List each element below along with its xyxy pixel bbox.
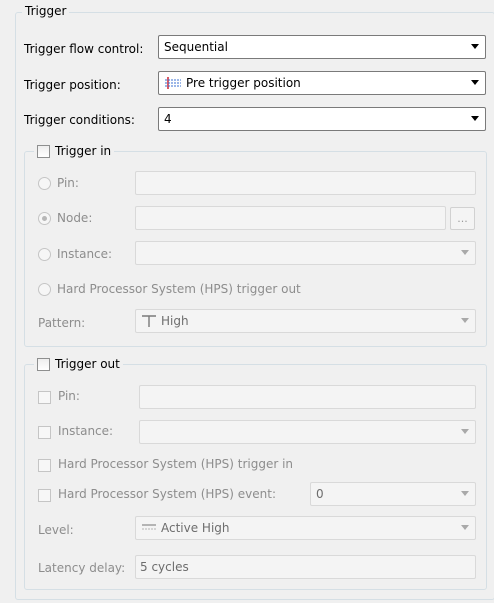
- out-instance-select[interactable]: [139, 420, 476, 444]
- chevron-down-icon: [461, 318, 469, 323]
- conditions-select[interactable]: 4: [158, 107, 486, 131]
- trigger-in-title: Trigger in: [55, 144, 112, 158]
- chevron-down-icon: [471, 80, 479, 85]
- out-pin-label: Pin:: [58, 389, 80, 403]
- position-value: Pre trigger position: [186, 76, 301, 90]
- instance-select[interactable]: [135, 241, 476, 265]
- pin-label: Pin:: [57, 176, 79, 190]
- level-select[interactable]: Active High: [135, 516, 476, 540]
- instance-radio[interactable]: [38, 248, 51, 261]
- level-label: Level:: [38, 523, 74, 537]
- node-browse-button[interactable]: ...: [450, 207, 475, 230]
- flow-control-value: Sequential: [164, 40, 228, 54]
- chevron-down-icon: [461, 429, 469, 434]
- position-label: Trigger position:: [24, 78, 121, 92]
- hps-event-label: Hard Processor System (HPS) event:: [58, 487, 276, 501]
- hps-trigger-in-checkbox[interactable]: [38, 459, 51, 472]
- latency-value: 5 cycles: [140, 560, 189, 574]
- pin-radio[interactable]: [38, 177, 51, 190]
- trigger-out-title: Trigger out: [55, 357, 120, 371]
- out-pin-input[interactable]: [139, 385, 476, 409]
- position-select[interactable]: Pre trigger position: [158, 71, 486, 95]
- pattern-label: Pattern:: [38, 316, 86, 330]
- chevron-down-icon: [471, 116, 479, 121]
- chevron-down-icon: [461, 525, 469, 530]
- hps-trigger-in-label: Hard Processor System (HPS) trigger in: [58, 457, 294, 471]
- pattern-value: High: [161, 314, 189, 328]
- out-instance-label: Instance:: [58, 424, 114, 438]
- instance-label: Instance:: [57, 247, 113, 261]
- trigger-group-title: Trigger: [22, 4, 70, 18]
- hps-event-checkbox[interactable]: [38, 489, 51, 502]
- out-instance-checkbox[interactable]: [38, 426, 51, 439]
- conditions-label: Trigger conditions:: [24, 113, 135, 127]
- active-high-icon: [141, 522, 157, 534]
- flow-control-select[interactable]: Sequential: [158, 35, 486, 59]
- flow-control-label: Trigger flow control:: [24, 42, 144, 56]
- hps-event-value: 0: [316, 487, 324, 501]
- pin-input[interactable]: [135, 171, 476, 195]
- hps-event-select[interactable]: 0: [310, 482, 476, 506]
- trigger-out-checkbox[interactable]: [37, 357, 50, 371]
- latency-input[interactable]: 5 cycles: [135, 555, 476, 579]
- trigger-in-checkbox[interactable]: [37, 144, 50, 158]
- node-label: Node:: [57, 211, 93, 225]
- trigger-out-header: Trigger out: [34, 357, 123, 371]
- node-input[interactable]: [135, 206, 446, 230]
- node-radio[interactable]: [38, 212, 51, 225]
- high-level-icon: [141, 314, 157, 328]
- pattern-select[interactable]: High: [135, 309, 476, 333]
- hps-trigger-out-label: Hard Processor System (HPS) trigger out: [57, 282, 301, 296]
- level-value: Active High: [161, 521, 230, 535]
- chevron-down-icon: [461, 250, 469, 255]
- out-pin-checkbox[interactable]: [38, 391, 51, 404]
- pre-trigger-icon: [164, 76, 182, 90]
- chevron-down-icon: [461, 491, 469, 496]
- latency-label: Latency delay:: [38, 561, 126, 575]
- trigger-in-header: Trigger in: [34, 144, 115, 158]
- conditions-value: 4: [164, 112, 172, 126]
- chevron-down-icon: [471, 44, 479, 49]
- hps-trigger-out-radio[interactable]: [38, 283, 51, 296]
